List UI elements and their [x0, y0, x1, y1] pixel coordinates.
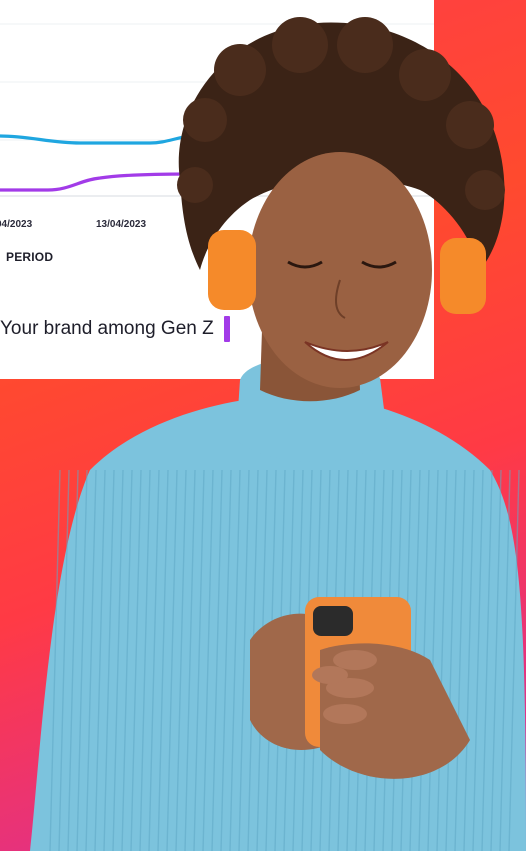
headphones-right-cup: [440, 238, 486, 314]
hero-banner: 04/2023 13/04/2023 PERIOD Your brand amo…: [0, 0, 526, 851]
person-photo: [30, 17, 526, 851]
headphones-left-cup: [208, 230, 256, 310]
phone-camera: [313, 606, 353, 636]
